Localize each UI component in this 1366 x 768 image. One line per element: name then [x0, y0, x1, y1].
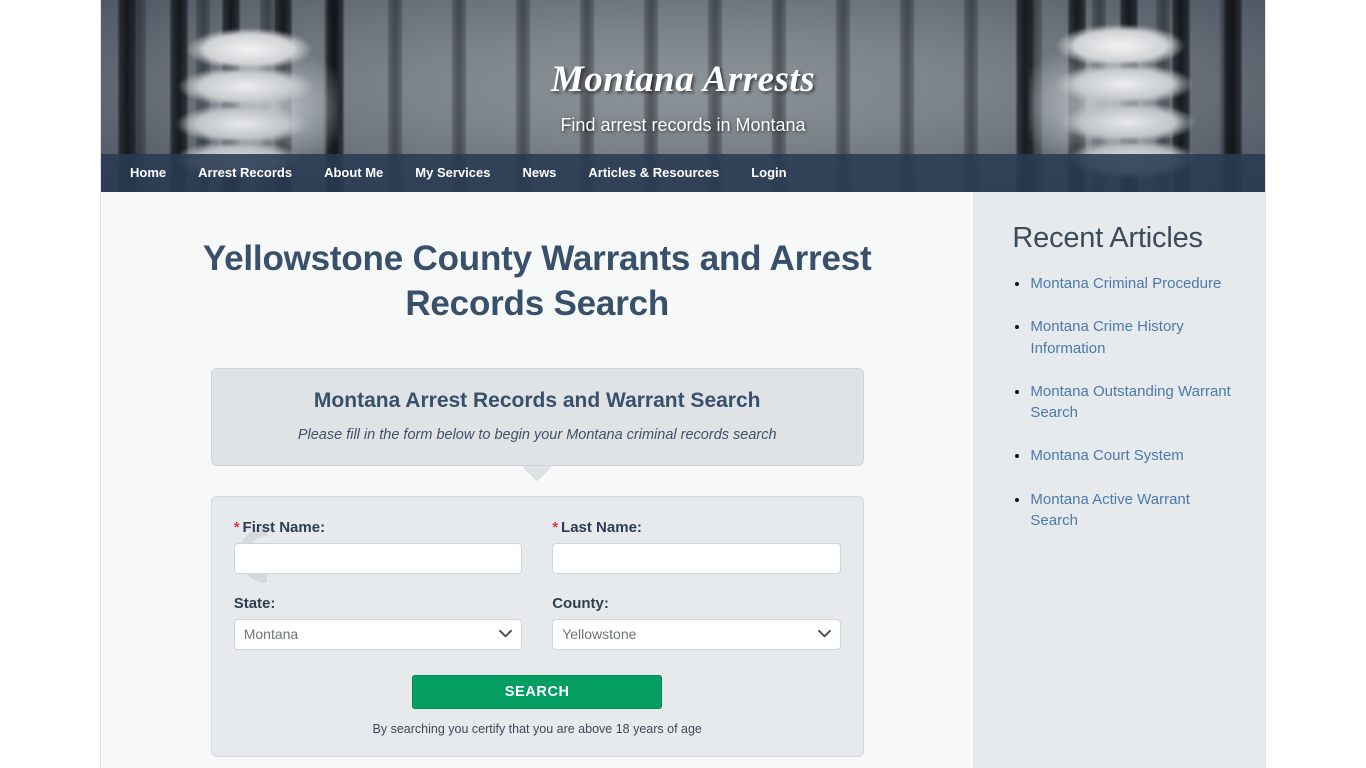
main-navigation: Home Arrest Records About Me My Services… — [101, 154, 1265, 192]
list-item: Montana Crime History Information — [1030, 316, 1240, 359]
search-button-row: SEARCH — [234, 674, 841, 709]
last-name-label-text: Last Name: — [561, 518, 642, 536]
search-callout-box: Montana Arrest Records and Warrant Searc… — [210, 367, 864, 466]
first-name-field-group: * First Name: — [233, 519, 523, 574]
search-callout-heading: Montana Arrest Records and Warrant Searc… — [313, 388, 761, 412]
state-select-wrapper: Montana — [233, 618, 523, 650]
first-name-input[interactable] — [233, 542, 523, 574]
nav-item-home[interactable]: Home — [114, 154, 182, 192]
first-name-required-marker: * — [233, 518, 240, 536]
sidebar-article-link-active-warrant-search[interactable]: Montana Active Warrant Search — [1030, 491, 1190, 529]
last-name-field-group: * Last Name: — [552, 519, 841, 574]
body-row: Yellowstone County Warrants and Arrest R… — [101, 192, 1265, 768]
form-row-spacer — [234, 574, 841, 595]
site-title: Montana Arrests — [550, 59, 816, 100]
county-field-group: County: Yellowstone — [552, 595, 841, 650]
county-select[interactable]: Yellowstone — [552, 618, 841, 650]
site-banner: Montana Arrests Find arrest records in M… — [101, 0, 1265, 192]
list-item: Montana Active Warrant Search — [1030, 489, 1240, 532]
sidebar: Recent Articles Montana Criminal Procedu… — [974, 192, 1265, 768]
nav-item-login[interactable]: Login — [735, 154, 802, 192]
state-field-group: State: Montana — [233, 594, 523, 650]
last-name-required-marker: * — [552, 518, 559, 536]
sidebar-article-link-court-system[interactable]: Montana Court System — [1030, 447, 1183, 464]
county-label: County: — [552, 594, 609, 612]
county-select-wrapper: Yellowstone — [552, 618, 841, 650]
search-button[interactable]: SEARCH — [412, 674, 663, 709]
form-fields-grid: * First Name: * Last Name: State: Montan… — [233, 519, 841, 650]
search-callout: Montana Arrest Records and Warrant Searc… — [210, 367, 864, 480]
list-item: Montana Criminal Procedure — [1030, 273, 1240, 294]
first-name-label: * First Name: — [234, 519, 523, 536]
list-item: Montana Court System — [1030, 445, 1240, 466]
page-title: Yellowstone County Warrants and Arrest R… — [202, 239, 872, 323]
list-item: Montana Outstanding Warrant Search — [1030, 381, 1240, 424]
site-tagline: Find arrest records in Montana — [560, 115, 806, 135]
arrest-records-search-form: * First Name: * Last Name: State: Montan… — [210, 495, 864, 757]
nav-item-articles-resources[interactable]: Articles & Resources — [572, 154, 735, 192]
sidebar-article-link-criminal-procedure[interactable]: Montana Criminal Procedure — [1030, 275, 1221, 292]
last-name-label: * Last Name: — [552, 519, 841, 536]
page-container: Montana Arrests Find arrest records in M… — [100, 0, 1266, 768]
recent-articles-list: Montana Criminal Procedure Montana Crime… — [1012, 273, 1240, 531]
nav-item-news[interactable]: News — [506, 154, 572, 192]
state-select[interactable]: Montana — [233, 618, 523, 650]
main-content: Yellowstone County Warrants and Arrest R… — [101, 192, 975, 768]
search-callout-subtext: Please fill in the form below to begin y… — [297, 426, 777, 443]
sidebar-article-link-crime-history-information[interactable]: Montana Crime History Information — [1030, 318, 1183, 356]
last-name-input[interactable] — [552, 542, 841, 574]
sidebar-article-link-outstanding-warrant-search[interactable]: Montana Outstanding Warrant Search — [1030, 383, 1230, 421]
sidebar-heading: Recent Articles — [1012, 222, 1203, 254]
age-certification-note: By searching you certify that you are ab… — [372, 721, 702, 736]
nav-item-about-me[interactable]: About Me — [308, 154, 399, 192]
state-label: State: — [233, 594, 276, 612]
first-name-label-text: First Name: — [242, 518, 326, 536]
callout-arrow-pointer — [523, 465, 552, 480]
nav-item-my-services[interactable]: My Services — [399, 154, 506, 192]
nav-item-arrest-records[interactable]: Arrest Records — [182, 154, 308, 192]
